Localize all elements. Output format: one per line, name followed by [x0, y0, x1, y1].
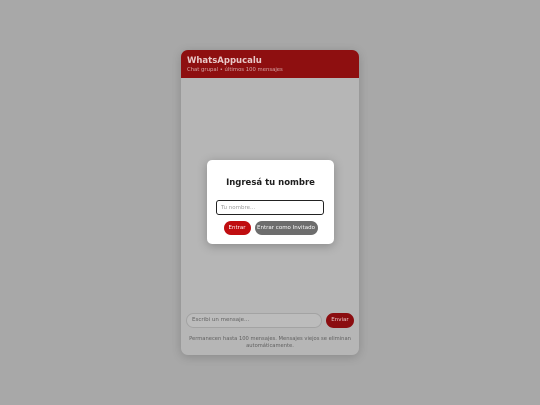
message-input[interactable]	[186, 312, 322, 328]
app-subtitle: Chat grupal • últimos 100 mensajes	[187, 67, 283, 73]
dialog-title: Ingresá tu nombre	[226, 178, 315, 188]
dialog-actions: Entrar Entrar como Invitado	[207, 221, 334, 235]
name-input[interactable]	[216, 200, 324, 215]
send-button[interactable]: Enviar	[326, 312, 354, 328]
chat-header: WhatsAppucalu Chat grupal • últimos 100 …	[181, 50, 359, 78]
enter-button[interactable]: Entrar	[223, 221, 251, 235]
retention-note: Permanecen hasta 100 mensajes. Mensajes …	[189, 336, 351, 349]
enter-as-guest-button[interactable]: Entrar como Invitado	[254, 221, 318, 235]
app-title: WhatsAppucalu	[187, 56, 262, 66]
name-dialog: Ingresá tu nombre Entrar Entrar como Inv…	[207, 160, 334, 244]
message-composer: Enviar	[186, 312, 354, 328]
